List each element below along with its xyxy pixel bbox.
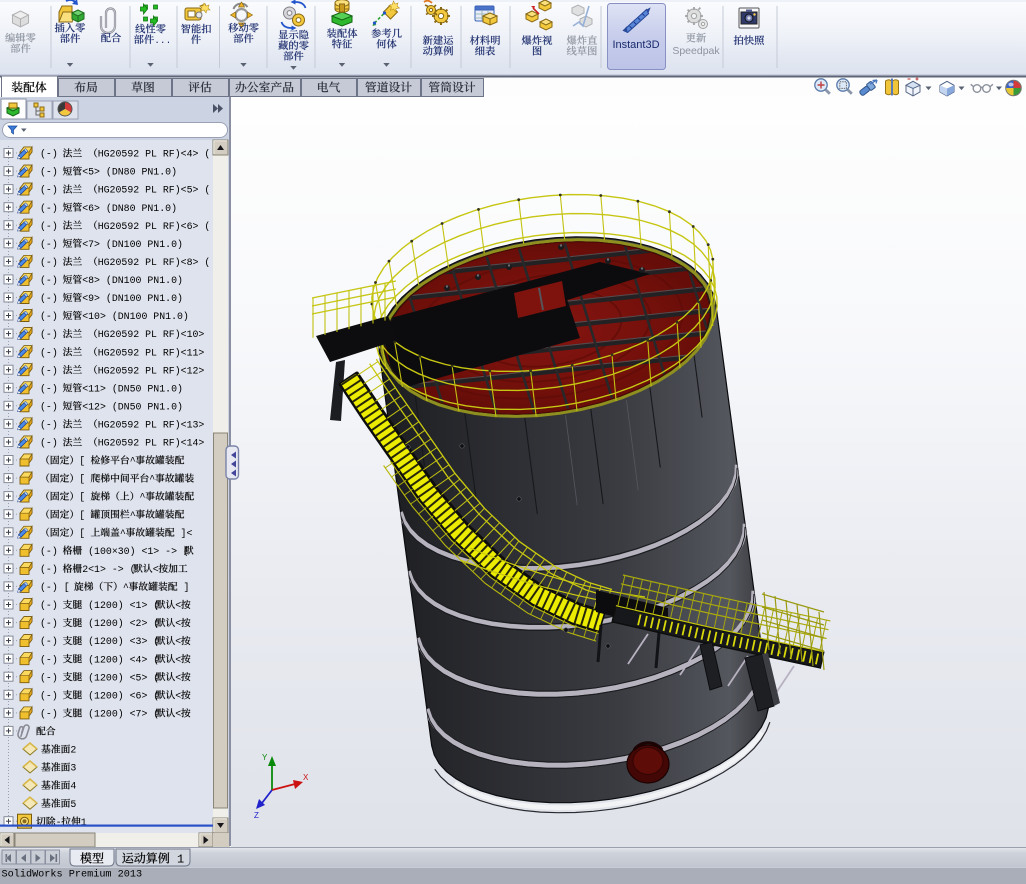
svg-text:Speedpak: Speedpak bbox=[672, 45, 720, 57]
svg-text:[: [ bbox=[79, 510, 91, 521]
svg-text:<7> (DN100 PN1.0): <7> (DN100 PN1.0) bbox=[82, 239, 183, 250]
svg-text:<6> (DN80 PN1.0): <6> (DN80 PN1.0) bbox=[82, 203, 177, 214]
svg-text:(-): (-) bbox=[40, 636, 64, 647]
svg-text:(-): (-) bbox=[40, 275, 64, 286]
svg-text:(-): (-) bbox=[40, 709, 64, 720]
svg-text:[: [ bbox=[79, 474, 91, 485]
svg-text:1: 1 bbox=[170, 853, 184, 867]
svg-text:<: < bbox=[175, 600, 181, 611]
svg-text:(1200) <1> (: (1200) <1> ( bbox=[82, 600, 159, 611]
svg-text:<: < bbox=[153, 564, 159, 575]
svg-text:4: 4 bbox=[70, 781, 76, 792]
svg-text:(-): (-) bbox=[40, 690, 64, 701]
svg-text:(-): (-) bbox=[40, 618, 64, 629]
svg-text:<10> (DN100 PN1.0): <10> (DN100 PN1.0) bbox=[82, 311, 189, 322]
svg-text:^: ^ bbox=[149, 474, 155, 485]
svg-text:HG20592 PL RF)<12>: HG20592 PL RF)<12> bbox=[98, 365, 205, 376]
svg-text:X: X bbox=[303, 773, 309, 782]
svg-text:<5> (DN80 PN1.0): <5> (DN80 PN1.0) bbox=[82, 167, 177, 178]
svg-text:(-): (-) bbox=[40, 347, 64, 358]
svg-text:(-): (-) bbox=[40, 311, 64, 322]
svg-text:<: < bbox=[175, 709, 181, 720]
svg-text:^: ^ bbox=[130, 510, 136, 521]
svg-text:Z: Z bbox=[254, 811, 259, 820]
svg-text:(1200) <7> (: (1200) <7> ( bbox=[82, 709, 159, 720]
svg-text:(-): (-) bbox=[40, 257, 64, 268]
svg-text:(-): (-) bbox=[40, 329, 64, 340]
svg-text:HG20592 PL RF)<6> (: HG20592 PL RF)<6> ( bbox=[98, 221, 211, 232]
svg-text:HG20592 PL RF)<14>: HG20592 PL RF)<14> bbox=[98, 438, 205, 449]
svg-text:(-): (-) bbox=[40, 600, 64, 611]
svg-text:HG20592 PL RF)<4> (: HG20592 PL RF)<4> ( bbox=[98, 149, 211, 160]
svg-text:<: < bbox=[175, 636, 181, 647]
svg-text:<8> (DN100 PN1.0): <8> (DN100 PN1.0) bbox=[82, 275, 183, 286]
svg-text:(100×30) <1> -> (: (100×30) <1> -> ( bbox=[82, 546, 189, 557]
svg-text:^: ^ bbox=[120, 528, 126, 539]
svg-text:(-): (-) bbox=[40, 401, 64, 412]
svg-text:(1200) <5> (: (1200) <5> ( bbox=[82, 672, 159, 683]
svg-text:(-): (-) bbox=[40, 149, 64, 160]
svg-text:HG20592 PL RF)<8> (: HG20592 PL RF)<8> ( bbox=[98, 257, 211, 268]
svg-text:HG20592 PL RF)<11>: HG20592 PL RF)<11> bbox=[98, 347, 205, 358]
svg-text:(-): (-) bbox=[40, 420, 64, 431]
svg-text:2<1> -> (: 2<1> -> ( bbox=[82, 564, 135, 575]
svg-text:[: [ bbox=[79, 528, 91, 539]
svg-text:HG20592 PL RF)<10>: HG20592 PL RF)<10> bbox=[98, 329, 205, 340]
svg-text:(-): (-) bbox=[40, 167, 64, 178]
svg-text:3: 3 bbox=[70, 763, 76, 774]
svg-text:]: ] bbox=[178, 582, 190, 593]
svg-text:(-): (-) bbox=[40, 672, 64, 683]
svg-text:(1200) <6> (: (1200) <6> ( bbox=[82, 690, 159, 701]
svg-text:(-): (-) bbox=[40, 203, 64, 214]
svg-text:]<: ]< bbox=[175, 528, 193, 539]
svg-text:(-): (-) bbox=[40, 654, 64, 665]
svg-text:[: [ bbox=[79, 456, 91, 467]
svg-text:<: < bbox=[175, 690, 181, 701]
svg-text:<: < bbox=[175, 654, 181, 665]
svg-text:[: [ bbox=[79, 492, 91, 503]
svg-text:(-) [: (-) [ bbox=[40, 582, 76, 593]
svg-text:Y: Y bbox=[262, 753, 268, 762]
svg-text:SolidWorks Premium 2013: SolidWorks Premium 2013 bbox=[2, 869, 143, 881]
svg-text:(-): (-) bbox=[40, 546, 64, 557]
svg-text:<: < bbox=[175, 618, 181, 629]
svg-text:...: ... bbox=[154, 35, 171, 46]
svg-text:^: ^ bbox=[130, 456, 136, 467]
svg-text:<11> (DN50 PN1.0): <11> (DN50 PN1.0) bbox=[82, 383, 183, 394]
svg-text:(-): (-) bbox=[40, 185, 64, 196]
svg-text:^: ^ bbox=[123, 582, 129, 593]
svg-text:<12> (DN50 PN1.0): <12> (DN50 PN1.0) bbox=[82, 401, 183, 412]
svg-text:(1200) <3> (: (1200) <3> ( bbox=[82, 636, 159, 647]
svg-text:<9> (DN100 PN1.0): <9> (DN100 PN1.0) bbox=[82, 293, 183, 304]
svg-text:(-): (-) bbox=[40, 221, 64, 232]
svg-text:5: 5 bbox=[70, 799, 76, 810]
svg-text:(1200) <2> (: (1200) <2> ( bbox=[82, 618, 159, 629]
svg-text:^: ^ bbox=[140, 492, 146, 503]
svg-text:(-): (-) bbox=[40, 438, 64, 449]
svg-text:(-): (-) bbox=[40, 383, 64, 394]
svg-text:HG20592 PL RF)<13>: HG20592 PL RF)<13> bbox=[98, 420, 205, 431]
svg-text:(-): (-) bbox=[40, 239, 64, 250]
svg-text:Instant3D: Instant3D bbox=[612, 39, 659, 51]
svg-text:HG20592 PL RF)<5> (: HG20592 PL RF)<5> ( bbox=[98, 185, 211, 196]
svg-text:(-): (-) bbox=[40, 293, 64, 304]
svg-text:(-): (-) bbox=[40, 564, 64, 575]
svg-text:(1200) <4> (: (1200) <4> ( bbox=[82, 654, 159, 665]
svg-text:(-): (-) bbox=[40, 365, 64, 376]
svg-text:<: < bbox=[175, 672, 181, 683]
svg-text:2: 2 bbox=[70, 745, 76, 756]
